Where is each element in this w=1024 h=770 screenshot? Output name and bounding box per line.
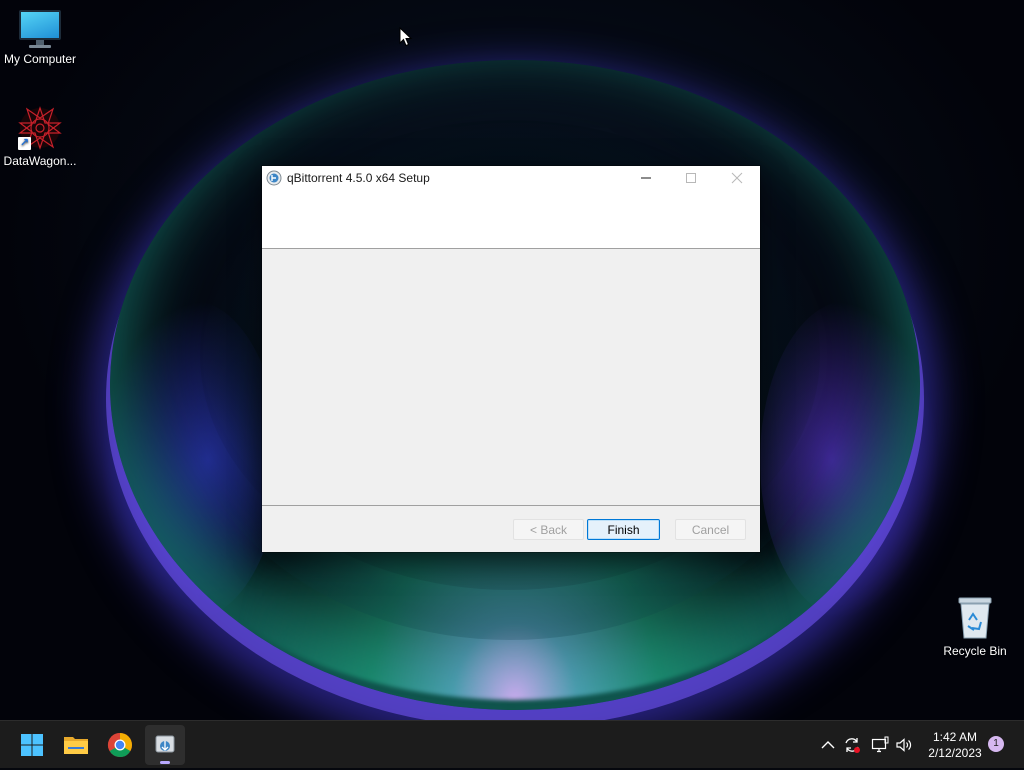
- cancel-button[interactable]: Cancel: [675, 519, 746, 540]
- desktop-icon-label: Recycle Bin: [943, 644, 1007, 658]
- chrome-icon: [107, 733, 132, 758]
- close-button[interactable]: [714, 166, 760, 190]
- monitor-icon: [19, 10, 61, 48]
- maximize-icon: [686, 172, 696, 183]
- sync-tray-button[interactable]: [842, 735, 862, 755]
- clock-time: 1:42 AM: [932, 730, 978, 744]
- qbittorrent-app-icon: [266, 170, 282, 186]
- sync-icon: [845, 738, 860, 753]
- wizard-body: [262, 249, 760, 506]
- taskbar-file-explorer[interactable]: [56, 725, 96, 765]
- taskbar-qbittorrent-setup[interactable]: [145, 725, 185, 765]
- taskbar-chrome[interactable]: [100, 725, 140, 765]
- windows-start-icon: [21, 734, 43, 756]
- minimize-button[interactable]: [623, 166, 669, 190]
- wizard-footer: < Back Finish Cancel: [262, 506, 760, 552]
- network-icon: [871, 736, 889, 753]
- close-icon: [731, 172, 743, 184]
- network-tray-button[interactable]: [870, 735, 890, 755]
- setup-window: qBittorrent 4.5.0 x64 Setup < Back Finis…: [262, 166, 760, 552]
- shortcut-arrow-icon: ↗: [18, 137, 31, 150]
- datawagon-shortcut-icon: ↗: [18, 106, 62, 150]
- active-app-indicator: [160, 761, 170, 764]
- wizard-header: [262, 190, 760, 249]
- file-explorer-icon: [64, 737, 88, 754]
- desktop-icon-my-computer[interactable]: My Computer: [0, 10, 80, 66]
- mouse-cursor-icon: [399, 26, 413, 52]
- maximize-button[interactable]: [668, 166, 714, 190]
- taskbar: 1:42 AM 2/12/2023: [0, 720, 1024, 768]
- desktop-icon-label: My Computer: [3, 52, 77, 66]
- window-title: qBittorrent 4.5.0 x64 Setup: [287, 171, 430, 185]
- clock-date: 2/12/2023: [928, 746, 982, 760]
- desktop-icon-datawagon[interactable]: ↗ DataWagon...: [0, 106, 80, 168]
- system-clock[interactable]: 1:42 AM 2/12/2023: [918, 729, 992, 761]
- minimize-icon: [641, 177, 651, 179]
- start-button[interactable]: [12, 725, 52, 765]
- volume-tray-button[interactable]: [894, 735, 914, 755]
- back-button[interactable]: < Back: [513, 519, 584, 540]
- desktop-icon-label: DataWagon...: [3, 154, 77, 168]
- show-hidden-icons-button[interactable]: [818, 735, 838, 755]
- finish-button[interactable]: Finish: [587, 519, 660, 540]
- volume-icon: [896, 738, 912, 752]
- chevron-up-icon: [821, 741, 835, 749]
- notification-badge[interactable]: 1: [988, 736, 1004, 752]
- desktop-icon-recycle-bin[interactable]: Recycle Bin: [935, 596, 1015, 658]
- title-bar[interactable]: qBittorrent 4.5.0 x64 Setup: [262, 166, 760, 190]
- recycle-bin-icon: [955, 596, 995, 640]
- qbittorrent-setup-icon: [155, 735, 175, 753]
